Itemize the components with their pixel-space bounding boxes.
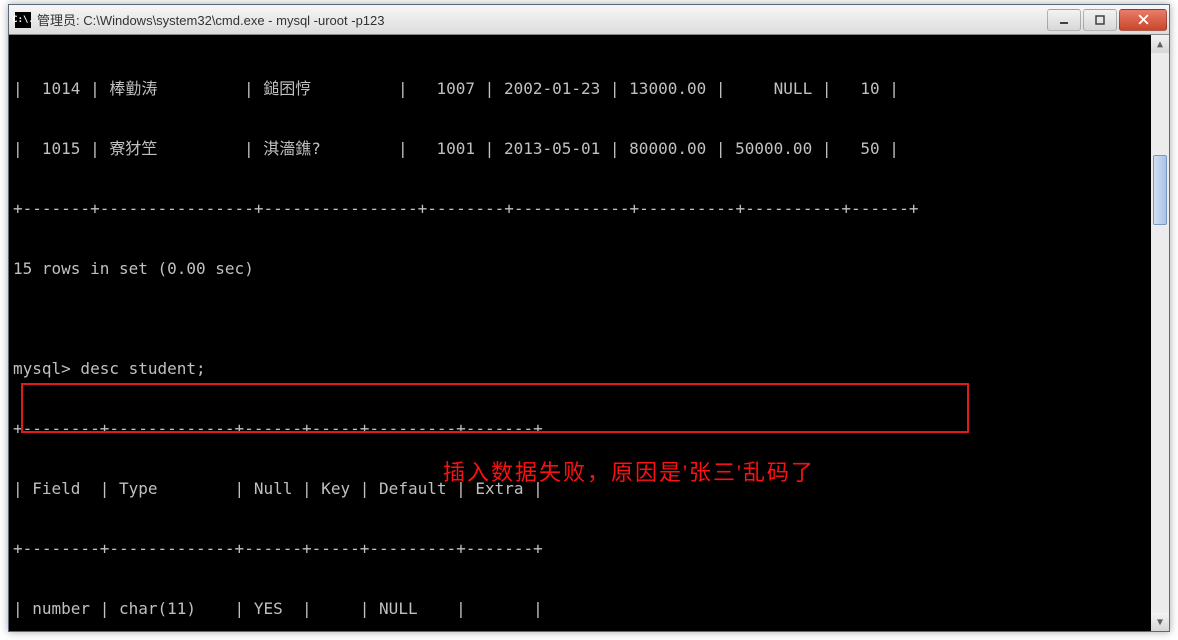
cmd-icon: C:\.	[15, 12, 31, 28]
annotation-text: 插入数据失败，原因是'张三'乱码了	[443, 455, 815, 487]
output-line: +--------+-------------+------+-----+---…	[13, 539, 1165, 559]
maximize-button[interactable]	[1083, 9, 1117, 31]
output-line: +--------+-------------+------+-----+---…	[13, 419, 1165, 439]
titlebar[interactable]: C:\. 管理员: C:\Windows\system32\cmd.exe - …	[9, 5, 1169, 35]
output-line: 15 rows in set (0.00 sec)	[13, 259, 1165, 279]
scroll-up-arrow[interactable]: ▲	[1151, 35, 1169, 53]
output-line: | 1014 | 棒勭涛 | 鎚囨悙 | 1007 | 2002-01-23 |…	[13, 79, 1165, 99]
window-buttons	[1047, 9, 1167, 31]
output-line: +-------+----------------+--------------…	[13, 199, 1165, 219]
vertical-scrollbar[interactable]: ▲ ▼	[1151, 35, 1169, 631]
cmd-window: C:\. 管理员: C:\Windows\system32\cmd.exe - …	[8, 4, 1170, 632]
minimize-button[interactable]	[1047, 9, 1081, 31]
window-title: 管理员: C:\Windows\system32\cmd.exe - mysql…	[37, 10, 1047, 29]
terminal-output[interactable]: | 1014 | 棒勭涛 | 鎚囨悙 | 1007 | 2002-01-23 |…	[9, 35, 1169, 631]
output-line: | 1015 | 寮犲笁 | 淇濇鐎? | 1001 | 2013-05-01 …	[13, 139, 1165, 159]
prompt-line: mysql> desc student;	[13, 359, 1165, 379]
close-button[interactable]	[1119, 9, 1167, 31]
scroll-down-arrow[interactable]: ▼	[1151, 613, 1169, 631]
scroll-thumb[interactable]	[1153, 155, 1167, 225]
output-line: | number | char(11) | YES | | NULL | |	[13, 599, 1165, 619]
